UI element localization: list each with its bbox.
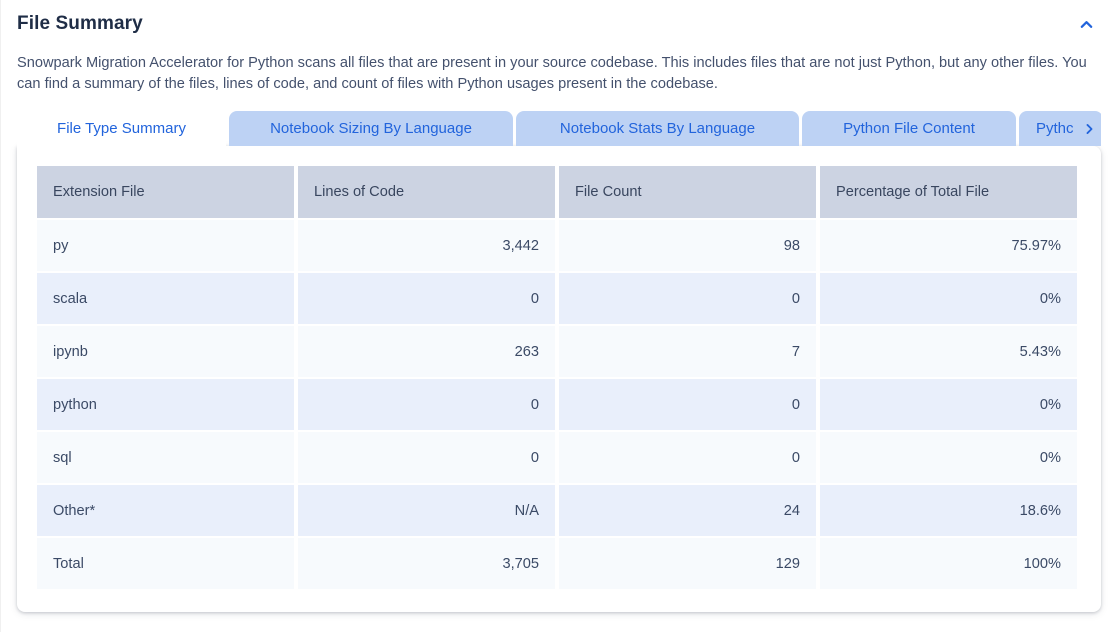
cell-percentage: 18.6% — [820, 485, 1077, 536]
cell-extension: Other* — [37, 485, 294, 536]
cell-lines-of-code: N/A — [298, 485, 555, 536]
column-header-extension-file: Extension File — [37, 166, 294, 218]
column-header-percentage: Percentage of Total File — [820, 166, 1077, 218]
cell-lines-of-code: 0 — [298, 273, 555, 324]
file-summary-section: File Summary Snowpark Migration Accelera… — [1, 0, 1116, 146]
cell-lines-of-code: 263 — [298, 326, 555, 377]
tab-python-truncated[interactable]: Pythc — [1019, 111, 1101, 146]
chevron-right-icon[interactable] — [1083, 122, 1096, 135]
file-type-summary-table: Extension File Lines of Code File Count … — [37, 166, 1077, 589]
cell-file-count: 7 — [559, 326, 816, 377]
cell-extension: py — [37, 220, 294, 271]
cell-extension: sql — [37, 432, 294, 483]
cell-percentage: 5.43% — [820, 326, 1077, 377]
cell-file-count: 98 — [559, 220, 816, 271]
cell-extension: scala — [37, 273, 294, 324]
column-header-file-count: File Count — [559, 166, 816, 218]
section-description: Snowpark Migration Accelerator for Pytho… — [17, 53, 1100, 95]
tab-notebook-sizing-by-language[interactable]: Notebook Sizing By Language — [229, 111, 513, 146]
cell-lines-of-code: 0 — [298, 432, 555, 483]
chevron-up-icon — [1079, 17, 1094, 32]
cell-percentage: 100% — [820, 538, 1077, 589]
cell-percentage: 0% — [820, 432, 1077, 483]
cell-extension: Total — [37, 538, 294, 589]
tab-notebook-stats-by-language[interactable]: Notebook Stats By Language — [516, 111, 799, 146]
column-header-lines-of-code: Lines of Code — [298, 166, 555, 218]
tab-bar: File Type Summary Notebook Sizing By Lan… — [17, 111, 1101, 146]
cell-extension: python — [37, 379, 294, 430]
cell-file-count: 24 — [559, 485, 816, 536]
cell-file-count: 0 — [559, 273, 816, 324]
cell-file-count: 129 — [559, 538, 816, 589]
cell-lines-of-code: 3,705 — [298, 538, 555, 589]
collapse-section-button[interactable] — [1074, 12, 1098, 36]
cell-percentage: 0% — [820, 273, 1077, 324]
tab-file-type-summary[interactable]: File Type Summary — [17, 111, 226, 146]
page-title: File Summary — [17, 13, 143, 35]
cell-file-count: 0 — [559, 432, 816, 483]
cell-extension: ipynb — [37, 326, 294, 377]
cell-percentage: 75.97% — [820, 220, 1077, 271]
cell-lines-of-code: 3,442 — [298, 220, 555, 271]
section-header: File Summary — [17, 10, 1100, 36]
tab-python-file-content[interactable]: Python File Content — [802, 111, 1016, 146]
cell-lines-of-code: 0 — [298, 379, 555, 430]
cell-percentage: 0% — [820, 379, 1077, 430]
file-type-summary-panel: Extension File Lines of Code File Count … — [17, 146, 1101, 612]
tab-python-truncated-label: Pythc — [1036, 120, 1074, 137]
cell-file-count: 0 — [559, 379, 816, 430]
